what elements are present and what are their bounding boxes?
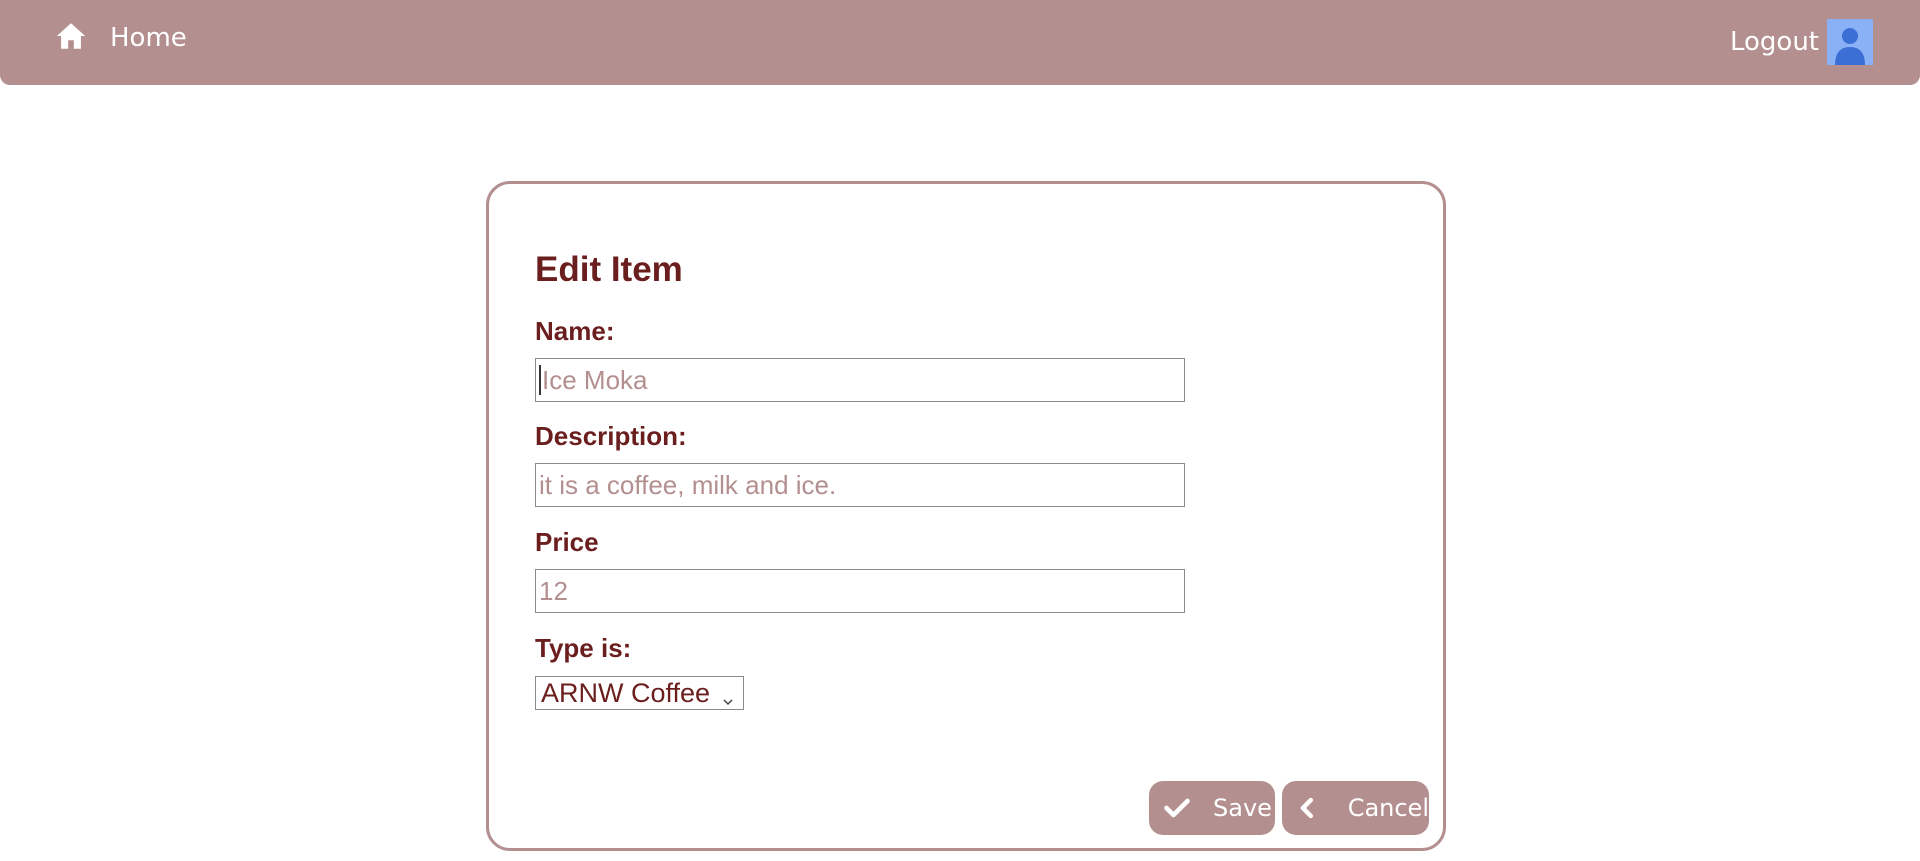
home-label: Home: [110, 23, 187, 53]
home-icon: [54, 19, 88, 58]
text-cursor: [539, 365, 541, 395]
name-value: Ice Moka: [542, 364, 648, 395]
type-selected-value: ARNW Coffee: [541, 677, 711, 708]
page-title: Edit Item: [535, 250, 683, 289]
cancel-label: Cancel: [1347, 794, 1429, 822]
price-value: 12: [539, 575, 568, 606]
name-label: Name:: [535, 316, 615, 346]
description-label: Description:: [535, 421, 687, 451]
name-field[interactable]: Ice Moka: [535, 358, 1185, 402]
save-button[interactable]: Save: [1149, 781, 1275, 835]
description-value: it is a coffee, milk and ice.: [539, 469, 837, 500]
save-label: Save: [1213, 794, 1272, 822]
price-field[interactable]: 12: [535, 569, 1185, 613]
chevron-left-icon: [1300, 797, 1314, 819]
check-icon: [1164, 798, 1190, 818]
home-link[interactable]: Home: [54, 18, 187, 58]
top-navbar: Home Logout: [0, 0, 1920, 85]
cancel-button[interactable]: Cancel: [1282, 781, 1429, 835]
price-label: Price: [535, 527, 599, 557]
type-select[interactable]: ARNW Coffee: [535, 676, 744, 710]
description-field[interactable]: it is a coffee, milk and ice.: [535, 463, 1185, 507]
logout-link[interactable]: Logout: [1730, 19, 1873, 65]
user-avatar-icon[interactable]: [1827, 19, 1873, 65]
chevron-down-icon: [721, 685, 735, 706]
edit-item-card: Edit Item Name: Ice Moka Description: it…: [486, 181, 1446, 851]
logout-label: Logout: [1729, 27, 1819, 57]
type-label: Type is:: [535, 633, 632, 663]
